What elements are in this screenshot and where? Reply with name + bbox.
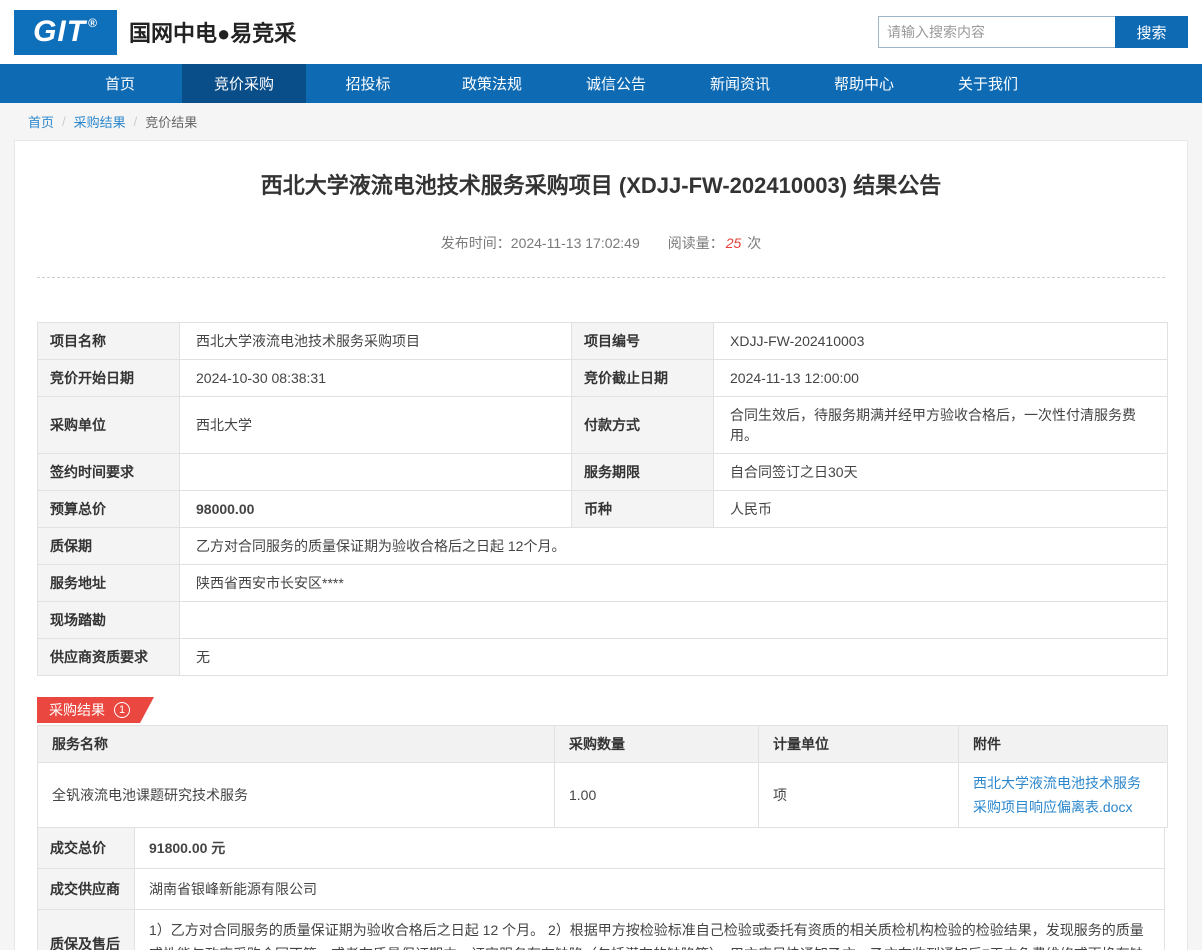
announcement-meta: 发布时间：2024-11-13 17:02:49 阅读量：25 次 (37, 233, 1165, 253)
breadcrumb-home-link[interactable]: 首页 (28, 112, 54, 131)
table-row: 质保期 乙方对合同服务的质量保证期为验收合格后之日起 12个月。 (38, 528, 1168, 565)
info-value: 2024-10-30 08:38:31 (180, 360, 572, 397)
search-area: 搜索 (878, 16, 1188, 48)
column-header-service-name: 服务名称 (38, 726, 555, 763)
info-value: 2024-11-13 12:00:00 (714, 360, 1168, 397)
table-row: 成交供应商 湖南省银峰新能源有限公司 (38, 869, 1165, 910)
info-value (180, 602, 1168, 639)
table-row: 采购单位 西北大学 付款方式 合同生效后，待服务期满并经甲方验收合格后，一次性付… (38, 397, 1168, 454)
site-logo[interactable]: GIT® (14, 10, 117, 55)
info-value: 西北大学液流电池技术服务采购项目 (180, 323, 572, 360)
result-badge-label: 采购结果 (49, 700, 105, 720)
breadcrumb-separator: / (134, 114, 138, 129)
warranty-value: 1）乙方对合同服务的质量保证期为验收合格后之日起 12 个月。 2）根据甲方按检… (135, 910, 1165, 950)
service-name-cell: 全钒液流电池课题研究技术服务 (38, 763, 555, 828)
procurement-result-section: 采购结果 1 服务名称 采购数量 计量单位 附件 全钒液流电池课题研究技术服务 … (37, 697, 1165, 950)
nav-item-tenders[interactable]: 招投标 (306, 64, 430, 103)
nav-item-policies[interactable]: 政策法规 (430, 64, 554, 103)
table-row: 竞价开始日期 2024-10-30 08:38:31 竞价截止日期 2024-1… (38, 360, 1168, 397)
info-value: 乙方对合同服务的质量保证期为验收合格后之日起 12个月。 (180, 528, 1168, 565)
winning-supplier-label: 成交供应商 (38, 869, 135, 910)
info-label: 预算总价 (38, 491, 180, 528)
nav-item-about-us[interactable]: 关于我们 (926, 64, 1050, 103)
top-header: GIT® 国网中电●易竞采 搜索 (0, 0, 1202, 64)
unit-cell: 项 (759, 763, 959, 828)
views-label: 阅读量： (668, 235, 724, 251)
table-row: 成交总价 91800.00 元 (38, 828, 1165, 869)
quantity-cell: 1.00 (555, 763, 759, 828)
table-row: 全钒液流电池课题研究技术服务 1.00 项 西北大学液流电池技术服务采购项目响应… (38, 763, 1168, 828)
info-value (180, 454, 572, 491)
info-label: 项目名称 (38, 323, 180, 360)
table-row: 现场踏勘 (38, 602, 1168, 639)
table-header-row: 服务名称 采购数量 计量单位 附件 (38, 726, 1168, 763)
info-label: 服务期限 (572, 454, 714, 491)
nav-item-integrity-notices[interactable]: 诚信公告 (554, 64, 678, 103)
info-label: 服务地址 (38, 565, 180, 602)
publish-time-value: 2024-11-13 17:02:49 (511, 235, 640, 251)
main-navigation: 首页 竞价采购 招投标 政策法规 诚信公告 新闻资讯 帮助中心 关于我们 (0, 64, 1202, 103)
info-label: 签约时间要求 (38, 454, 180, 491)
info-label: 竞价截止日期 (572, 360, 714, 397)
info-value: 自合同签订之日30天 (714, 454, 1168, 491)
info-label: 质保期 (38, 528, 180, 565)
info-label: 币种 (572, 491, 714, 528)
table-row: 服务地址 陕西省西安市长安区**** (38, 565, 1168, 602)
meta-divider (37, 277, 1165, 278)
announcement-card: 西北大学液流电池技术服务采购项目 (XDJJ-FW-202410003) 结果公… (14, 140, 1188, 950)
result-section-badge: 采购结果 1 (37, 697, 154, 723)
project-info-table: 项目名称 西北大学液流电池技术服务采购项目 项目编号 XDJJ-FW-20241… (37, 322, 1168, 676)
info-label: 付款方式 (572, 397, 714, 454)
info-label: 现场踏勘 (38, 602, 180, 639)
warranty-label: 质保及售后服务 (38, 910, 135, 950)
table-row: 供应商资质要求 无 (38, 639, 1168, 676)
nav-item-home[interactable]: 首页 (58, 64, 182, 103)
table-row: 预算总价 98000.00 币种 人民币 (38, 491, 1168, 528)
deal-total-value: 91800.00 元 (135, 828, 1165, 869)
column-header-quantity: 采购数量 (555, 726, 759, 763)
info-value: 合同生效后，待服务期满并经甲方验收合格后，一次性付清服务费用。 (714, 397, 1168, 454)
winning-supplier-value: 湖南省银峰新能源有限公司 (135, 869, 1165, 910)
info-value: XDJJ-FW-202410003 (714, 323, 1168, 360)
info-value: 西北大学 (180, 397, 572, 454)
announcement-title: 西北大学液流电池技术服务采购项目 (XDJJ-FW-202410003) 结果公… (37, 171, 1165, 201)
budget-total-price: 98000.00 (180, 491, 572, 528)
publish-time-label: 发布时间： (441, 235, 511, 251)
result-summary-table: 成交总价 91800.00 元 成交供应商 湖南省银峰新能源有限公司 质保及售后… (37, 827, 1165, 950)
result-count-badge: 1 (114, 702, 130, 718)
info-label: 竞价开始日期 (38, 360, 180, 397)
nav-item-news[interactable]: 新闻资讯 (678, 64, 802, 103)
site-title: 国网中电●易竞采 (129, 16, 296, 48)
attachment-download-link[interactable]: 西北大学液流电池技术服务采购项目响应偏离表.docx (973, 771, 1153, 819)
search-button[interactable]: 搜索 (1115, 16, 1188, 48)
result-items-table: 服务名称 采购数量 计量单位 附件 全钒液流电池课题研究技术服务 1.00 项 … (37, 725, 1168, 828)
breadcrumb-current: 竞价结果 (145, 112, 197, 131)
column-header-attachment: 附件 (959, 726, 1168, 763)
table-row: 质保及售后服务 1）乙方对合同服务的质量保证期为验收合格后之日起 12 个月。 … (38, 910, 1165, 950)
nav-item-help-center[interactable]: 帮助中心 (802, 64, 926, 103)
views-unit: 次 (747, 235, 761, 251)
logo-text: GIT (33, 15, 86, 49)
attachment-cell: 西北大学液流电池技术服务采购项目响应偏离表.docx (959, 763, 1168, 828)
info-value: 人民币 (714, 491, 1168, 528)
breadcrumb: 首页 / 采购结果 / 竞价结果 (0, 103, 1202, 140)
info-value: 陕西省西安市长安区**** (180, 565, 1168, 602)
nav-item-bidding-procurement[interactable]: 竞价采购 (182, 64, 306, 103)
search-input[interactable] (878, 16, 1115, 48)
registered-trademark-icon: ® (88, 16, 98, 30)
deal-total-label: 成交总价 (38, 828, 135, 869)
views-count: 25 (726, 235, 742, 251)
info-label: 项目编号 (572, 323, 714, 360)
info-label: 供应商资质要求 (38, 639, 180, 676)
column-header-unit: 计量单位 (759, 726, 959, 763)
breadcrumb-separator: / (62, 114, 66, 129)
table-row: 项目名称 西北大学液流电池技术服务采购项目 项目编号 XDJJ-FW-20241… (38, 323, 1168, 360)
info-value: 无 (180, 639, 1168, 676)
breadcrumb-section-link[interactable]: 采购结果 (74, 112, 126, 131)
table-row: 签约时间要求 服务期限 自合同签订之日30天 (38, 454, 1168, 491)
info-label: 采购单位 (38, 397, 180, 454)
